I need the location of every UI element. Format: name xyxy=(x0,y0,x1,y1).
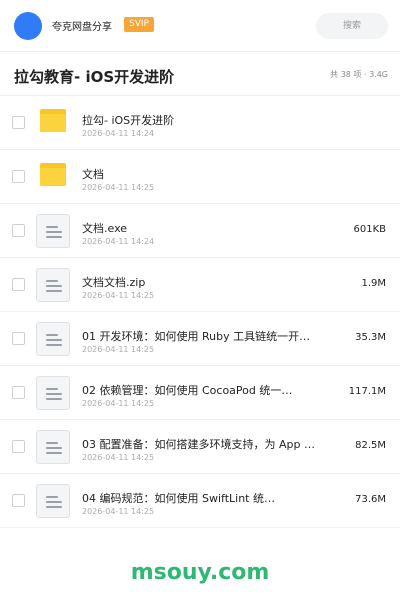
file-row[interactable]: 文档.exe 2026-04-11 14:24 601KB xyxy=(0,204,400,258)
file-list: 拉勾- iOS开发进阶 2026-04-11 14:24 文档 2026-04-11 … xyxy=(0,96,400,528)
svip-badge: SVIP xyxy=(124,17,154,32)
file-row[interactable]: 03 配置准备：如何搭建多环境支持，为 App … 2026-04-11 14:2… xyxy=(0,420,400,474)
document-icon xyxy=(36,484,70,518)
watermark: msouy.com xyxy=(130,560,270,585)
row-checkbox[interactable] xyxy=(12,224,25,237)
row-checkbox[interactable] xyxy=(12,494,25,507)
file-name[interactable]: 文档文档.zip xyxy=(82,274,318,290)
document-icon xyxy=(36,430,70,464)
avatar[interactable] xyxy=(14,12,42,40)
folder-icon xyxy=(36,160,70,194)
top-bar: 夸克网盘分享 SVIP 搜索 xyxy=(0,0,400,52)
file-size: 73.6M xyxy=(355,494,386,505)
page-title: 拉勾教育- iOS开发进阶 xyxy=(14,68,175,86)
file-size: 601KB xyxy=(353,224,386,235)
row-checkbox[interactable] xyxy=(12,440,25,453)
file-size: 1.9M xyxy=(361,278,386,289)
file-name[interactable]: 03 配置准备：如何搭建多环境支持，为 App … xyxy=(82,436,318,452)
file-name[interactable]: 01 开发环境：如何使用 Ruby 工具链统一开… xyxy=(82,328,318,344)
file-name[interactable]: 02 依赖管理：如何使用 CocoaPod 统一… xyxy=(82,382,318,398)
row-checkbox[interactable] xyxy=(12,386,25,399)
row-checkbox[interactable] xyxy=(12,332,25,345)
file-name[interactable]: 文档.exe xyxy=(82,220,318,236)
row-checkbox[interactable] xyxy=(12,116,25,129)
file-size: 82.5M xyxy=(355,440,386,451)
file-name[interactable]: 拉勾- iOS开发进阶 xyxy=(82,112,318,128)
file-date: 2026-04-11 14:25 xyxy=(82,399,155,408)
file-date: 2026-04-11 14:25 xyxy=(82,507,155,516)
folder-icon xyxy=(36,106,70,140)
file-row[interactable]: 04 编码规范：如何使用 SwiftLint 统… 2026-04-11 14:2… xyxy=(0,474,400,528)
file-date: 2026-04-11 14:25 xyxy=(82,453,155,462)
file-date: 2026-04-11 14:25 xyxy=(82,183,155,192)
file-row[interactable]: 文档 2026-04-11 14:25 xyxy=(0,150,400,204)
row-checkbox[interactable] xyxy=(12,278,25,291)
file-row[interactable]: 拉勾- iOS开发进阶 2026-04-11 14:24 xyxy=(0,96,400,150)
file-size: 35.3M xyxy=(355,332,386,343)
file-date: 2026-04-11 14:24 xyxy=(82,237,155,246)
file-row[interactable]: 01 开发环境：如何使用 Ruby 工具链统一开… 2026-04-11 14:2… xyxy=(0,312,400,366)
document-icon xyxy=(36,376,70,410)
document-icon xyxy=(36,322,70,356)
folder-header: 拉勾教育- iOS开发进阶 共 38 项 · 3.4G xyxy=(0,52,400,96)
file-name[interactable]: 文档 xyxy=(82,166,318,182)
user-name[interactable]: 夸克网盘分享 xyxy=(52,18,112,33)
folder-summary: 共 38 项 · 3.4G xyxy=(330,70,388,79)
file-row[interactable]: 文档文档.zip 2026-04-11 14:25 1.9M xyxy=(0,258,400,312)
file-size: 117.1M xyxy=(348,386,386,397)
file-date: 2026-04-11 14:25 xyxy=(82,291,155,300)
row-checkbox[interactable] xyxy=(12,170,25,183)
document-icon xyxy=(36,214,70,248)
file-name[interactable]: 04 编码规范：如何使用 SwiftLint 统… xyxy=(82,490,318,506)
document-icon xyxy=(36,268,70,302)
search-input[interactable]: 搜索 xyxy=(316,13,388,39)
file-date: 2026-04-11 14:25 xyxy=(82,345,155,354)
file-date: 2026-04-11 14:24 xyxy=(82,129,155,138)
file-row[interactable]: 02 依赖管理：如何使用 CocoaPod 统一… 2026-04-11 14:2… xyxy=(0,366,400,420)
